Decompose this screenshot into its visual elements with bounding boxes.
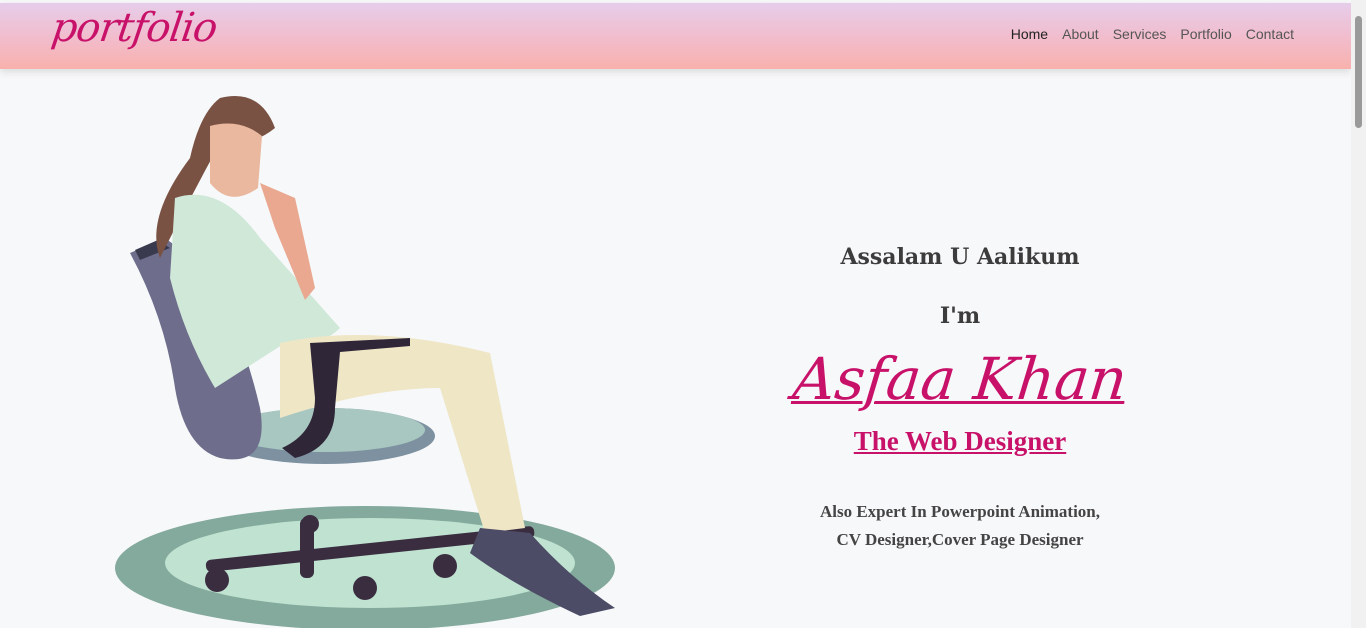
expertise-line-2: CV Designer,Cover Page Designer [836,530,1084,549]
scrollbar-thumb[interactable] [1355,16,1362,128]
nav-link-contact[interactable]: Contact [1246,26,1294,42]
role-heading: The Web Designer [853,426,1067,456]
nav-link-portfolio[interactable]: Portfolio [1180,26,1231,42]
nav-link-home[interactable]: Home [1011,26,1048,42]
navbar: portfolio Home About Services Portfolio … [0,3,1351,69]
woman-sitting-illustration [115,96,615,628]
nav-link-services[interactable]: Services [1113,26,1167,42]
nav-menu: Home About Services Portfolio Contact [1011,26,1294,42]
logo[interactable]: portfolio [49,5,220,51]
expertise-text: Also Expert In Powerpoint Animation, CV … [760,498,1160,554]
expertise-line-1: Also Expert In Powerpoint Animation, [819,502,1101,521]
intro-heading: I'm [939,303,981,329]
name-heading: Asfaa Khan [789,345,1131,413]
scrollbar[interactable] [1351,0,1366,628]
greeting-heading: Assalam U Aalikum [840,244,1080,270]
nav-link-about[interactable]: About [1062,26,1099,42]
